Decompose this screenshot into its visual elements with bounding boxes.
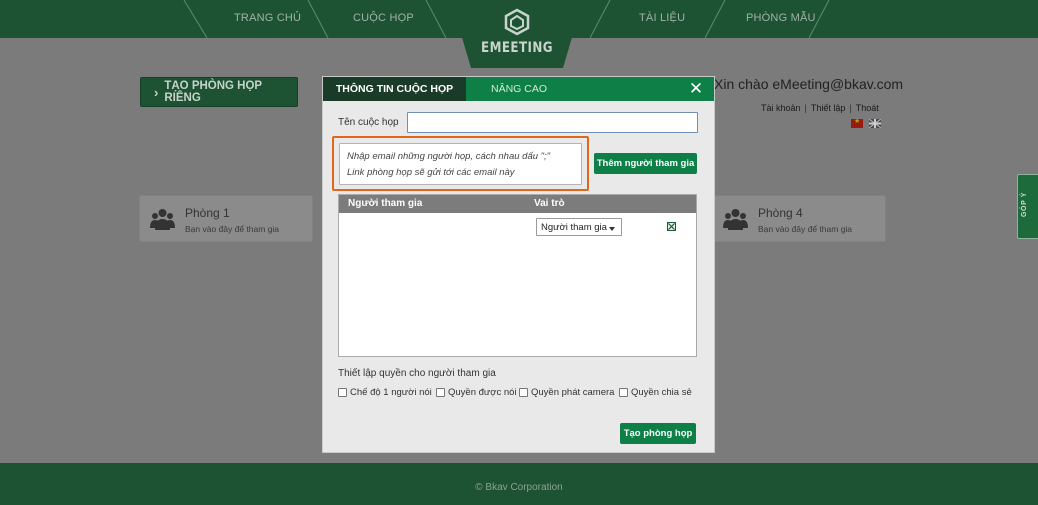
dialog-header: THÔNG TIN CUỘC HỌP NÂNG CAO ✕ xyxy=(323,77,714,101)
add-participant-button[interactable]: Thêm người tham gia xyxy=(594,153,697,174)
chevron-right-icon: › xyxy=(154,84,159,100)
dropdown-caret-icon xyxy=(609,227,615,231)
create-meeting-dialog: THÔNG TIN CUỘC HỌP NÂNG CAO ✕ Tên cuộc h… xyxy=(322,76,715,453)
tab-advanced[interactable]: NÂNG CAO xyxy=(491,83,547,95)
remove-x xyxy=(668,223,675,230)
role-select[interactable]: Người tham gia xyxy=(536,218,622,236)
email-highlight: Nhập email những người họp, cách nhau dấ… xyxy=(332,136,589,191)
permission-label: Quyền chia sẻ xyxy=(631,387,692,398)
role-select-value: Người tham gia xyxy=(541,222,607,233)
email-placeholder-line1: Nhập email những người họp, cách nhau dấ… xyxy=(347,151,551,162)
logo[interactable]: EMEETING xyxy=(451,0,583,68)
remove-row-icon[interactable] xyxy=(667,222,676,231)
checkbox[interactable] xyxy=(436,388,445,397)
room-subtitle: Bạn vào đây để tham gia xyxy=(185,224,280,234)
permission-single-speaker[interactable]: Chế độ 1 người nói xyxy=(338,387,432,398)
logo-tab-shape xyxy=(451,0,583,68)
create-private-room-button[interactable]: › TẠO PHÒNG HỌP RIÊNG xyxy=(140,77,298,107)
meeting-name-input[interactable] xyxy=(407,112,698,133)
email-input[interactable]: Nhập email những người họp, cách nhau dấ… xyxy=(339,143,582,185)
feedback-label: GÓP Ý xyxy=(1021,191,1028,217)
logo-text: EMEETING xyxy=(481,40,553,56)
footer: © Bkav Corporation xyxy=(0,463,1038,505)
checkbox[interactable] xyxy=(619,388,628,397)
permission-label: Chế độ 1 người nói xyxy=(350,387,432,398)
people-icon xyxy=(723,209,748,230)
room-title: Phòng 4 xyxy=(758,206,803,220)
settings-link[interactable]: Thiết lập xyxy=(811,103,846,113)
email-placeholder-line2: Link phòng họp sẽ gửi tới các email này xyxy=(347,167,515,178)
room-card[interactable]: Phòng 4 Bạn vào đây để tham gia xyxy=(712,195,886,242)
permission-share[interactable]: Quyền chia sẻ xyxy=(619,387,692,398)
feedback-tab[interactable]: GÓP Ý xyxy=(1017,174,1038,239)
copyright: © Bkav Corporation xyxy=(475,482,563,493)
create-meeting-button[interactable]: Tạo phòng họp xyxy=(620,423,696,444)
uk-flag-icon[interactable] xyxy=(868,118,882,129)
nav-home[interactable]: TRANG CHỦ xyxy=(234,12,301,24)
tab-meeting-info[interactable]: THÔNG TIN CUỘC HỌP xyxy=(323,77,466,101)
permissions-title: Thiết lập quyền cho người tham gia xyxy=(338,368,496,379)
room-card[interactable]: Phòng 1 Bạn vào đây để tham gia xyxy=(139,195,313,242)
nav-docs[interactable]: TÀI LIỆU xyxy=(639,12,685,24)
create-private-room-label: TẠO PHÒNG HỌP RIÊNG xyxy=(164,80,262,104)
account-links: Tài khoản | Thiết lập | Thoát xyxy=(761,103,879,113)
people-icon xyxy=(150,209,175,230)
room-title: Phòng 1 xyxy=(185,206,230,220)
table-header: Người tham gia Vai trò xyxy=(339,195,696,213)
permission-label: Quyền phát camera xyxy=(531,387,615,398)
participants-table: Người tham gia Vai trò Người tham gia xyxy=(338,194,697,357)
nav-sample-rooms[interactable]: PHÒNG MẪU xyxy=(746,12,816,24)
permission-label: Quyền được nói xyxy=(448,387,517,398)
account-link[interactable]: Tài khoản xyxy=(761,103,801,113)
logout-link[interactable]: Thoát xyxy=(856,103,879,113)
greeting: Xin chào eMeeting@bkav.com xyxy=(714,76,904,92)
vietnam-flag-icon[interactable] xyxy=(851,117,863,128)
column-participant: Người tham gia xyxy=(348,198,423,209)
column-role: Vai trò xyxy=(534,198,565,209)
meeting-name-label: Tên cuộc họp xyxy=(338,117,399,128)
uk-flag-cross xyxy=(868,118,882,129)
nav-meetings[interactable]: CUỘC HỌP xyxy=(353,12,414,24)
permission-speak[interactable]: Quyền được nói xyxy=(436,387,517,398)
room-subtitle: Bạn vào đây để tham gia xyxy=(758,224,853,234)
checkbox[interactable] xyxy=(338,388,347,397)
permission-camera[interactable]: Quyền phát camera xyxy=(519,387,614,398)
close-icon[interactable]: ✕ xyxy=(685,78,707,100)
checkbox[interactable] xyxy=(519,388,528,397)
